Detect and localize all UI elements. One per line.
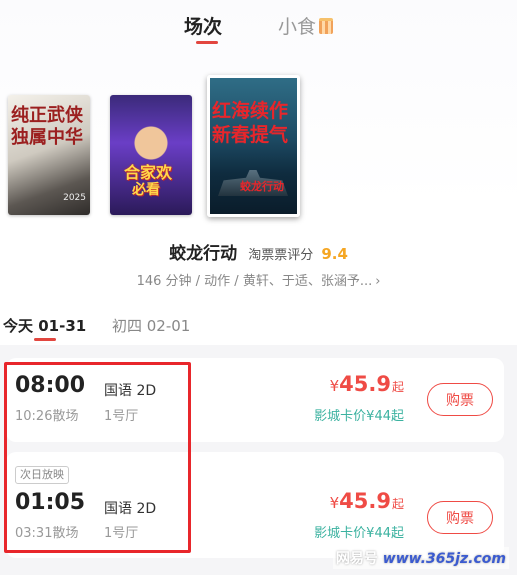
date-tabs: 今天 01-31 初四 02-01 [0, 315, 517, 345]
price-currency: ¥ [329, 494, 340, 512]
price: ¥45.9起 [330, 372, 404, 396]
poster-title: 纯正武侠 [11, 105, 83, 126]
tab-showtimes-label: 场次 [184, 16, 223, 38]
tab-snacks[interactable]: 小食 [278, 12, 334, 39]
tab-active-indicator [196, 41, 218, 44]
date-active-indicator [34, 338, 56, 341]
buy-ticket-button[interactable]: 购票 [427, 383, 493, 416]
end-time: 03:31散场 [15, 526, 79, 541]
watermark: 网易号 www.365jz.com [332, 547, 509, 569]
next-day-badge: 次日放映 [15, 466, 69, 484]
tab-showtimes[interactable]: 场次 [184, 12, 222, 39]
poster-year: 2025 [63, 193, 86, 203]
top-tabs: 场次 小食 [0, 8, 517, 48]
language-format: 国语 2D [104, 383, 157, 399]
end-time: 10:26散场 [15, 409, 79, 424]
price-currency: ¥ [329, 377, 340, 395]
movie-meta-text: 146 分钟 / 动作 / 黄轩、于适、张涵予... [136, 274, 373, 289]
chevron-right-icon: › [375, 274, 381, 289]
showtime-card[interactable]: 次日放映 01:05 03:31散场 国语 2D 1号厅 ¥45.9起 影城卡价… [6, 452, 504, 558]
start-time: 01:05 [15, 490, 86, 515]
rating-label: 淘票票评分 [248, 248, 314, 263]
watermark-brand: 网易号 [335, 551, 378, 567]
language-format: 国语 2D [104, 501, 157, 517]
hall-name: 1号厅 [104, 526, 139, 541]
member-card-price: 影城卡价¥44起 [314, 526, 404, 541]
price-suffix: 起 [391, 497, 404, 511]
showtime-card[interactable]: 08:00 10:26散场 国语 2D 1号厅 ¥45.9起 影城卡价¥44起 … [6, 358, 504, 442]
movie-poster-selected[interactable]: 红海续作 新春提气 蛟龙行动 [207, 75, 300, 217]
poster-subtitle: 蛟龙行动 [240, 180, 284, 193]
price-suffix: 起 [391, 380, 404, 394]
poster-title: 必看 [132, 182, 160, 198]
poster-title: 红海续作 [212, 100, 289, 122]
start-time: 08:00 [15, 373, 86, 398]
popcorn-icon [319, 18, 334, 34]
rating-value: 9.4 [321, 245, 348, 263]
tab-snacks-label: 小食 [278, 16, 317, 38]
movie-title: 蛟龙行动 [169, 244, 238, 264]
date-tab-next[interactable]: 初四 02-01 [112, 315, 190, 336]
date-tab-today[interactable]: 今天 01-31 [3, 315, 86, 336]
movie-info: 蛟龙行动 淘票票评分 9.4 [0, 239, 517, 264]
poster-title: 独属中华 [11, 127, 83, 148]
movie-meta-link[interactable]: 146 分钟 / 动作 / 黄轩、于适、张涵予... › [0, 270, 517, 289]
price-value: 45.9 [339, 372, 391, 396]
watermark-site: www.365jz.com [382, 551, 506, 567]
hall-name: 1号厅 [104, 409, 139, 424]
price-value: 45.9 [339, 489, 391, 513]
movie-poster[interactable]: 纯正武侠 独属中华 2025 [8, 95, 90, 215]
buy-ticket-button[interactable]: 购票 [427, 501, 493, 534]
movie-poster[interactable]: 合家欢 必看 [110, 95, 192, 215]
member-card-price: 影城卡价¥44起 [314, 409, 404, 424]
price: ¥45.9起 [330, 489, 404, 513]
poster-title: 新春提气 [212, 124, 289, 146]
